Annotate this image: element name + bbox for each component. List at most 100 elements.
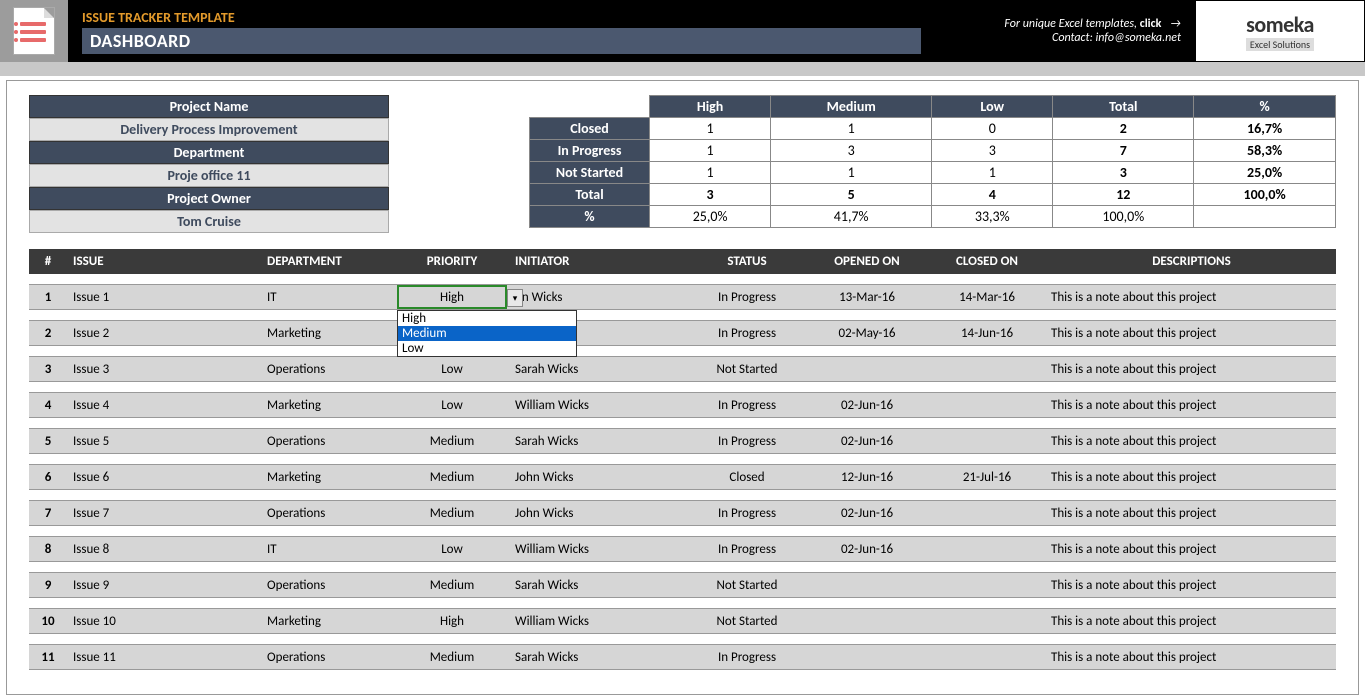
cell-opened[interactable]: 02-Jun-16	[807, 434, 927, 449]
table-row[interactable]: 4Issue 4MarketingLowWilliam WicksIn Prog…	[29, 392, 1336, 418]
cell-issue[interactable]: Issue 10	[67, 614, 267, 629]
stats-cell[interactable]: 25,0%	[650, 206, 771, 228]
table-row[interactable]: 8Issue 8ITLowWilliam WicksIn Progress02-…	[29, 536, 1336, 562]
stats-cell[interactable]: 1	[650, 118, 771, 140]
cell-num[interactable]: 9	[29, 578, 67, 593]
cell-priority[interactable]: Medium	[397, 506, 507, 521]
cell-status[interactable]: In Progress	[687, 290, 807, 305]
cell-closed[interactable]: 14-Mar-16	[927, 290, 1047, 305]
cell-num[interactable]: 4	[29, 398, 67, 413]
cell-issue[interactable]: Issue 5	[67, 434, 267, 449]
stats-cell[interactable]: 7	[1053, 140, 1194, 162]
cell-num[interactable]: 10	[29, 614, 67, 629]
cell-dept[interactable]: IT	[267, 290, 397, 305]
stats-cell[interactable]: 1	[650, 162, 771, 184]
cell-dept[interactable]: Operations	[267, 650, 397, 665]
stats-cell[interactable]: 3	[771, 140, 932, 162]
department-value[interactable]: Proje office 11	[29, 164, 389, 187]
cell-dept[interactable]: IT	[267, 542, 397, 557]
stats-cell[interactable]: 12	[1053, 184, 1194, 206]
dropdown-option-high[interactable]: High	[398, 311, 576, 326]
cell-priority[interactable]: Medium	[397, 470, 507, 485]
stats-cell[interactable]: 41,7%	[771, 206, 932, 228]
cell-initiator[interactable]: William Wicks	[507, 614, 687, 629]
cell-num[interactable]: 3	[29, 362, 67, 377]
cell-status[interactable]: In Progress	[687, 542, 807, 557]
cell-opened[interactable]: 02-Jun-16	[807, 506, 927, 521]
cell-desc[interactable]: This is a note about this project	[1047, 578, 1336, 593]
cell-initiator[interactable]: William Wicks	[507, 542, 687, 557]
cell-issue[interactable]: Issue 11	[67, 650, 267, 665]
logo[interactable]: someka Excel Solutions	[1195, 0, 1365, 62]
cell-desc[interactable]: This is a note about this project	[1047, 290, 1336, 305]
cell-num[interactable]: 7	[29, 506, 67, 521]
cell-desc[interactable]: This is a note about this project	[1047, 434, 1336, 449]
cell-initiator[interactable]: John Wicks	[507, 470, 687, 485]
cell-issue[interactable]: Issue 2	[67, 326, 267, 341]
stats-cell[interactable]: 16,7%	[1194, 118, 1336, 140]
cell-priority[interactable]: Low	[397, 398, 507, 413]
cell-dept[interactable]: Operations	[267, 362, 397, 377]
cell-dept[interactable]: Operations	[267, 434, 397, 449]
cell-initiator[interactable]: Sarah Wicks	[507, 434, 687, 449]
project-name-value[interactable]: Delivery Process Improvement	[29, 118, 389, 141]
cell-dept[interactable]: Operations	[267, 578, 397, 593]
cell-num[interactable]: 6	[29, 470, 67, 485]
dropdown-option-low[interactable]: Low	[398, 341, 576, 356]
cell-priority-active[interactable]: High▾	[397, 285, 507, 309]
table-row[interactable]: 5Issue 5OperationsMediumSarah WicksIn Pr…	[29, 428, 1336, 454]
cell-issue[interactable]: Issue 7	[67, 506, 267, 521]
cell-issue[interactable]: Issue 8	[67, 542, 267, 557]
stats-cell[interactable]: 3	[650, 184, 771, 206]
cell-issue[interactable]: Issue 1	[67, 290, 267, 305]
cell-desc[interactable]: This is a note about this project	[1047, 362, 1336, 377]
cell-issue[interactable]: Issue 9	[67, 578, 267, 593]
stats-cell[interactable]: 4	[932, 184, 1053, 206]
cell-priority[interactable]: Low	[397, 542, 507, 557]
cell-status[interactable]: In Progress	[687, 398, 807, 413]
cell-priority[interactable]: Medium	[397, 434, 507, 449]
cell-opened[interactable]: 02-Jun-16	[807, 398, 927, 413]
cell-dept[interactable]: Operations	[267, 506, 397, 521]
cell-priority[interactable]: High	[397, 614, 507, 629]
table-row[interactable]: 1Issue 1ITHigh▾hn WicksIn Progress13-Mar…	[29, 284, 1336, 310]
stats-cell[interactable]: 3	[932, 140, 1053, 162]
cell-num[interactable]: 2	[29, 326, 67, 341]
table-row[interactable]: 11Issue 11OperationsMediumSarah WicksIn …	[29, 644, 1336, 670]
cell-status[interactable]: In Progress	[687, 434, 807, 449]
table-row[interactable]: 10Issue 10MarketingHighWilliam WicksNot …	[29, 608, 1336, 634]
stats-cell[interactable]: 1	[771, 162, 932, 184]
stats-cell[interactable]: 5	[771, 184, 932, 206]
cell-closed[interactable]: 14-Jun-16	[927, 326, 1047, 341]
cell-issue[interactable]: Issue 3	[67, 362, 267, 377]
cell-num[interactable]: 8	[29, 542, 67, 557]
cell-desc[interactable]: This is a note about this project	[1047, 506, 1336, 521]
table-row[interactable]: 9Issue 9OperationsMediumSarah WicksNot S…	[29, 572, 1336, 598]
cell-dept[interactable]: Marketing	[267, 614, 397, 629]
stats-cell[interactable]: 2	[1053, 118, 1194, 140]
promo-link[interactable]: For unique Excel templates, click →	[1004, 17, 1181, 31]
cell-desc[interactable]: This is a note about this project	[1047, 650, 1336, 665]
stats-cell[interactable]	[1194, 206, 1336, 228]
priority-cell-selected[interactable]: High▾	[397, 285, 507, 309]
owner-value[interactable]: Tom Cruise	[29, 210, 389, 233]
cell-status[interactable]: Not Started	[687, 362, 807, 377]
cell-desc[interactable]: This is a note about this project	[1047, 326, 1336, 341]
stats-cell[interactable]: 3	[1053, 162, 1194, 184]
cell-initiator[interactable]: Sarah Wicks	[507, 578, 687, 593]
cell-num[interactable]: 1	[29, 290, 67, 305]
cell-num[interactable]: 5	[29, 434, 67, 449]
cell-status[interactable]: In Progress	[687, 506, 807, 521]
cell-opened[interactable]: 13-Mar-16	[807, 290, 927, 305]
cell-dept[interactable]: Marketing	[267, 470, 397, 485]
cell-opened[interactable]: 02-May-16	[807, 326, 927, 341]
stats-cell[interactable]: 33,3%	[932, 206, 1053, 228]
stats-cell[interactable]: 1	[932, 162, 1053, 184]
dropdown-option-medium[interactable]: Medium	[398, 326, 576, 341]
cell-status[interactable]: In Progress	[687, 326, 807, 341]
cell-status[interactable]: Not Started	[687, 578, 807, 593]
cell-dept[interactable]: Marketing	[267, 326, 397, 341]
cell-issue[interactable]: Issue 4	[67, 398, 267, 413]
cell-desc[interactable]: This is a note about this project	[1047, 470, 1336, 485]
cell-status[interactable]: Not Started	[687, 614, 807, 629]
